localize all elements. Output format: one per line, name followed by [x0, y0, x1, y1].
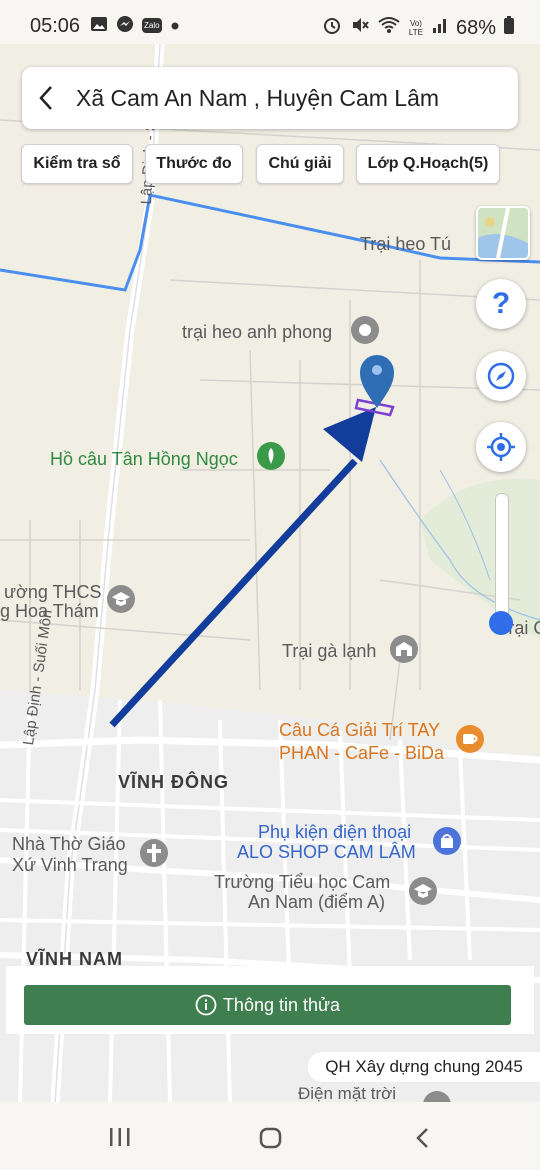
messenger-icon: [116, 15, 134, 36]
pointer-arrow-head: [323, 407, 376, 462]
crosshair-icon: [487, 433, 515, 461]
back-nav-button[interactable]: [412, 1126, 434, 1150]
signal-icon: [432, 16, 448, 40]
location-title: Xã Cam An Nam , Huyện Cam Lâm: [76, 84, 440, 111]
recent-apps-button[interactable]: [107, 1126, 133, 1148]
info-icon: [195, 994, 217, 1016]
map-layer-toggle[interactable]: [476, 206, 530, 260]
annotation-layer: [109, 355, 395, 728]
status-time: 05:06: [30, 15, 81, 37]
parcel-info-label: Thông tin thửa: [222, 994, 341, 1015]
help-icon: ?: [491, 287, 511, 320]
pointer-arrow-shaft: [109, 458, 358, 728]
chip-chu-giai[interactable]: Chú giải: [256, 144, 344, 184]
my-location-button[interactable]: [476, 422, 526, 472]
planning-layer-label[interactable]: QH Xây dựng chung 2045: [308, 1052, 540, 1082]
chip-thuoc-do[interactable]: Thước đo: [145, 144, 243, 184]
chip-lop-quy-hoach[interactable]: Lớp Q.Hoạch(5): [356, 144, 500, 184]
alarm-icon: [322, 15, 342, 41]
mute-icon: [350, 15, 370, 41]
opacity-slider-thumb[interactable]: [489, 611, 513, 635]
battery-icon: [504, 16, 514, 40]
help-button[interactable]: ?: [476, 279, 526, 329]
system-nav-bar: [0, 1102, 540, 1170]
location-marker-icon: [360, 355, 394, 408]
compass-button[interactable]: [476, 351, 526, 401]
chip-kiem-tra-so[interactable]: Kiểm tra sổ: [21, 144, 133, 184]
map-layer-icon: [478, 208, 528, 258]
chevron-left-icon: [39, 86, 52, 110]
wifi-icon: [378, 16, 400, 40]
gallery-icon: [90, 15, 108, 36]
home-button[interactable]: [258, 1126, 284, 1150]
zalo-icon: Zalo: [142, 18, 162, 33]
location-header: Xã Cam An Nam , Huyện Cam Lâm: [22, 67, 518, 129]
parcel-info-button[interactable]: Thông tin thửa: [24, 985, 511, 1025]
battery-percent: 68%: [455, 16, 496, 39]
map-view[interactable]: Trại heo Tú trại heo anh phong Hồ câu Tâ…: [0, 43, 540, 1119]
dot-icon: [170, 18, 180, 34]
volte-icon: Vo) LTE: [408, 19, 423, 37]
compass-icon: [487, 362, 515, 390]
opacity-slider-track[interactable]: [495, 493, 509, 627]
back-button[interactable]: [22, 67, 70, 129]
